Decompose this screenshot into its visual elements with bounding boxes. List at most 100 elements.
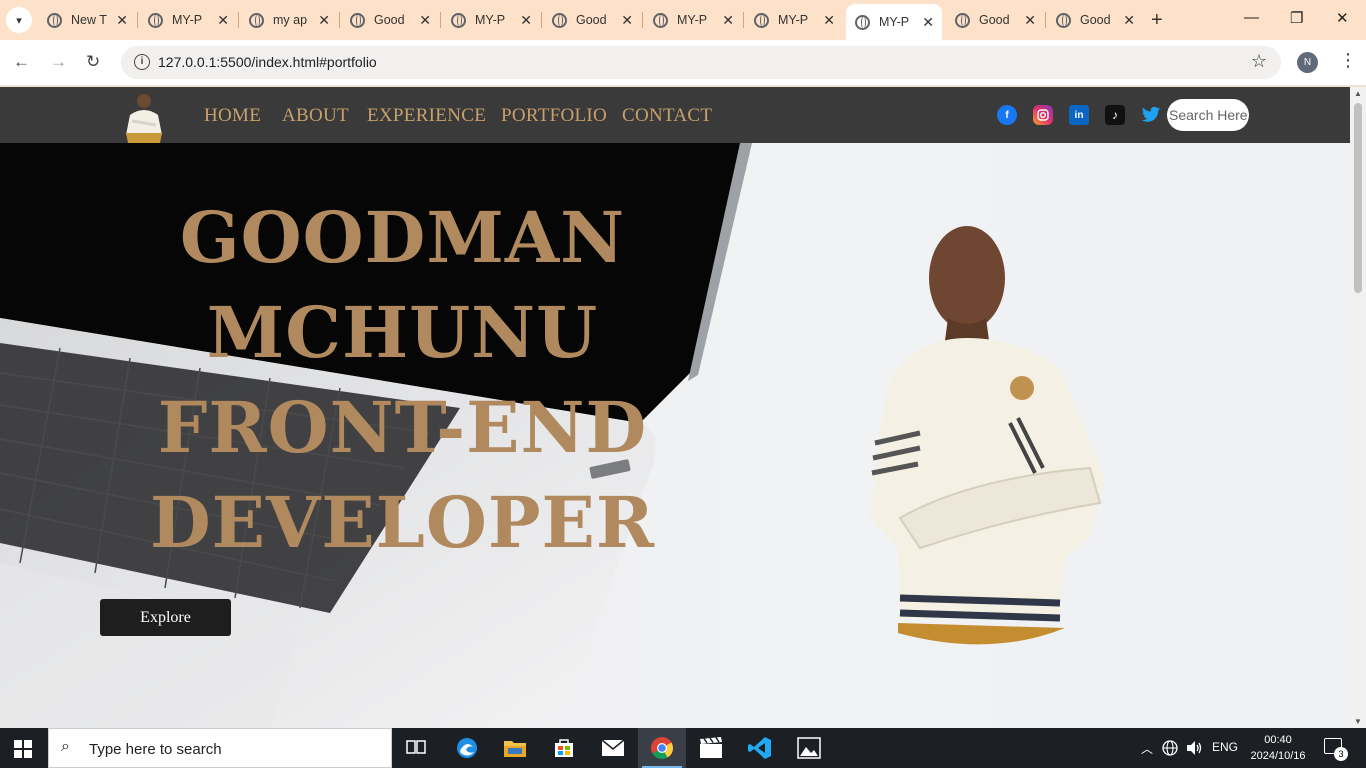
tab[interactable]: Good ✕ — [946, 6, 1044, 34]
profile-avatar[interactable]: N — [1297, 52, 1318, 73]
taskbar-search-box[interactable]: ⌕ Type here to search — [48, 728, 392, 768]
tab-search-button[interactable]: ▾ — [6, 7, 32, 33]
globe-icon — [955, 12, 970, 28]
minimize-button[interactable]: — — [1244, 9, 1259, 26]
nav-link-portfolio[interactable]: PORTFOLIO — [501, 105, 607, 127]
reload-icon: ↻ — [86, 52, 101, 71]
hero-role-line1: FRONT-END — [157, 386, 648, 469]
tab-divider — [743, 12, 744, 28]
close-icon[interactable]: ✕ — [922, 14, 934, 31]
chevron-down-icon: ▾ — [16, 14, 22, 27]
file-explorer-icon[interactable] — [491, 728, 539, 768]
tab[interactable]: Good ✕ — [1047, 6, 1143, 34]
browser-tab-strip: ▾ New T ✕ MY-P ✕ my ap ✕ Good ✕ MY-P ✕ G… — [0, 0, 1366, 40]
tab-title: Good — [576, 13, 607, 27]
show-hidden-icons-chevron-icon[interactable]: ︿ — [1141, 740, 1153, 757]
volume-icon[interactable] — [1186, 740, 1204, 759]
instagram-icon[interactable] — [1033, 105, 1053, 125]
page-scrollbar[interactable]: ▲ ▼ — [1350, 87, 1366, 728]
hero-role-line2: DEVELOPER — [149, 481, 656, 564]
chrome-icon[interactable] — [638, 728, 686, 768]
site-search-input[interactable] — [1167, 99, 1249, 131]
forward-button[interactable]: → — [50, 52, 67, 72]
close-icon[interactable]: ✕ — [419, 12, 431, 29]
globe-icon — [855, 14, 870, 30]
close-icon[interactable]: ✕ — [722, 12, 734, 29]
tab-divider — [541, 12, 542, 28]
notification-count-badge: 3 — [1334, 747, 1348, 761]
nav-link-home[interactable]: HOME — [204, 105, 261, 127]
tab[interactable]: Good ✕ — [341, 6, 439, 34]
back-button[interactable]: ← — [13, 52, 30, 72]
scroll-down-arrow-icon[interactable]: ▼ — [1354, 717, 1362, 726]
microsoft-store-icon[interactable] — [540, 728, 588, 768]
close-icon[interactable]: ✕ — [621, 12, 633, 29]
tab[interactable]: MY-P ✕ — [644, 6, 742, 34]
tab[interactable]: MY-P ✕ — [139, 6, 237, 34]
close-icon[interactable]: ✕ — [1123, 12, 1135, 29]
globe-icon — [1056, 12, 1071, 28]
tab-title: New T — [71, 13, 107, 27]
tab-title: MY-P — [475, 13, 506, 27]
tab-active[interactable]: MY-P ✕ — [846, 4, 942, 40]
photos-icon[interactable] — [785, 728, 833, 768]
twitter-icon[interactable] — [1141, 105, 1161, 125]
globe-icon — [451, 12, 466, 28]
linkedin-icon[interactable]: in — [1069, 105, 1089, 125]
site-navbar: HOME ABOUT EXPERIENCE PORTFOLIO CONTACT … — [0, 87, 1350, 143]
more-menu-icon[interactable]: ⋮ — [1339, 50, 1357, 71]
facebook-icon[interactable]: f — [997, 105, 1017, 125]
close-icon[interactable]: ✕ — [116, 12, 128, 29]
globe-icon — [47, 12, 62, 28]
mail-icon[interactable] — [589, 728, 637, 768]
task-view-icon[interactable] — [392, 728, 440, 768]
browser-toolbar: ← → ↻ i 127.0.0.1:5500/index.html#portfo… — [0, 40, 1366, 86]
close-icon[interactable]: ✕ — [318, 12, 330, 29]
tab-divider — [339, 12, 340, 28]
logo-avatar[interactable] — [122, 89, 166, 143]
hero-section: GOODMAN MCHUNU FRONT-END DEVELOPER Explo… — [0, 143, 1350, 728]
hero-name-first: GOODMAN — [179, 196, 626, 279]
network-globe-icon[interactable] — [1162, 740, 1180, 759]
nav-link-about[interactable]: ABOUT — [282, 105, 349, 127]
tab-divider — [238, 12, 239, 28]
close-icon[interactable]: ✕ — [1024, 12, 1036, 29]
close-icon[interactable]: ✕ — [520, 12, 532, 29]
vscode-icon[interactable] — [736, 728, 784, 768]
tab[interactable]: MY-P ✕ — [745, 6, 843, 34]
scrollbar-thumb[interactable] — [1354, 103, 1362, 293]
input-language[interactable]: ENG — [1212, 740, 1238, 754]
plus-icon: + — [1151, 9, 1163, 31]
system-clock[interactable]: 00:40 2024/10/16 — [1248, 732, 1308, 764]
tiktok-icon[interactable]: ♪ — [1105, 105, 1125, 125]
tab-title: MY-P — [778, 13, 809, 27]
url-text[interactable]: 127.0.0.1:5500/index.html#portfolio — [158, 54, 377, 70]
windows-start-icon[interactable] — [14, 740, 32, 758]
nav-link-contact[interactable]: CONTACT — [622, 105, 712, 127]
tab-title: MY-P — [172, 13, 203, 27]
new-tab-button[interactable]: + — [1151, 8, 1163, 32]
scroll-up-arrow-icon[interactable]: ▲ — [1354, 89, 1362, 98]
globe-icon — [148, 12, 163, 28]
tab-title: Good — [374, 13, 405, 27]
video-editor-icon[interactable] — [687, 728, 735, 768]
restore-button[interactable]: ❐ — [1290, 9, 1303, 27]
tab[interactable]: Good ✕ — [543, 6, 641, 34]
edge-browser-icon[interactable] — [443, 728, 491, 768]
tab[interactable]: MY-P ✕ — [442, 6, 540, 34]
close-window-button[interactable]: ✕ — [1336, 9, 1349, 27]
tab-title: MY-P — [677, 13, 708, 27]
site-info-icon[interactable]: i — [134, 54, 150, 70]
nav-link-experience[interactable]: EXPERIENCE — [367, 105, 486, 127]
close-icon[interactable]: ✕ — [217, 12, 229, 29]
tab-title: my ap — [273, 13, 308, 27]
close-icon[interactable]: ✕ — [823, 12, 835, 29]
globe-icon — [249, 12, 264, 28]
reload-button[interactable]: ↻ — [86, 52, 100, 72]
tab[interactable]: New T ✕ — [38, 6, 136, 34]
address-bar[interactable]: i 127.0.0.1:5500/index.html#portfolio ☆ — [121, 46, 1281, 79]
explore-button[interactable]: Explore — [100, 599, 231, 636]
tab[interactable]: my ap ✕ — [240, 6, 338, 34]
tab-title: Good — [1080, 13, 1111, 27]
bookmark-star-icon[interactable]: ☆ — [1251, 51, 1267, 72]
